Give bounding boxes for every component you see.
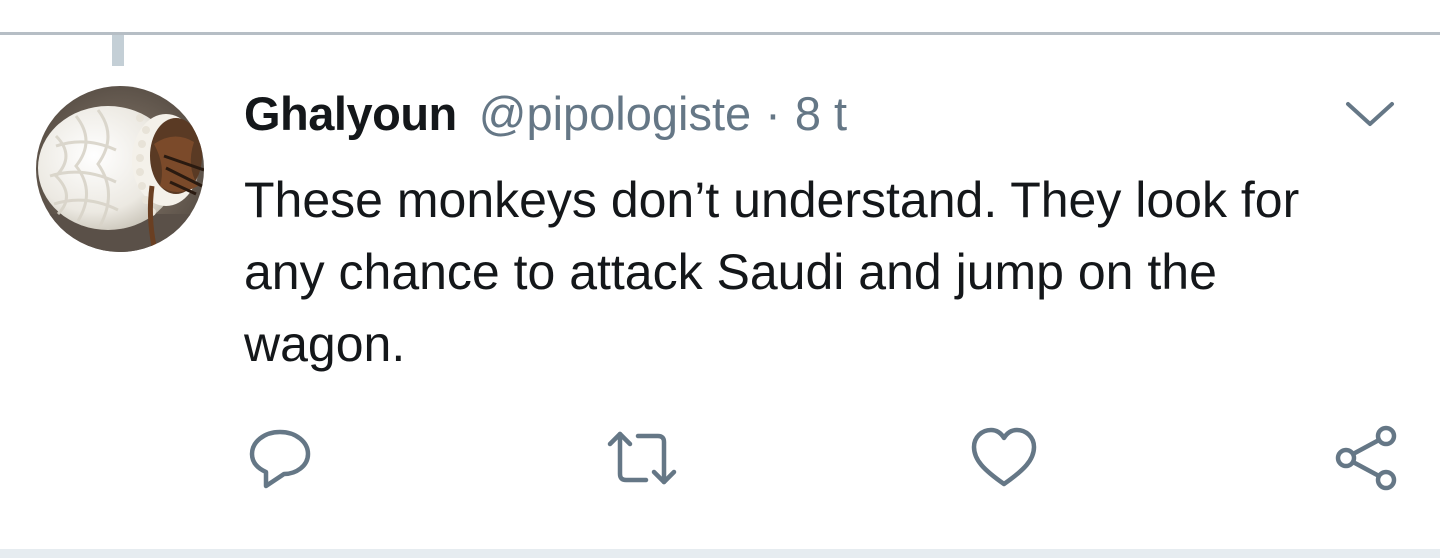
like-button[interactable] (968, 422, 1040, 494)
retweet-button[interactable] (606, 422, 678, 494)
top-divider (0, 32, 1440, 35)
bottom-divider (0, 549, 1440, 558)
separator-dot: · (765, 87, 781, 140)
tweet-menu-button[interactable] (1342, 96, 1398, 132)
retweet-icon (607, 431, 677, 485)
reply-button[interactable] (244, 422, 316, 494)
reply-icon (249, 429, 311, 489)
share-icon (1335, 425, 1397, 491)
tweet-timestamp[interactable]: 8 t (795, 86, 847, 141)
share-button[interactable] (1330, 422, 1402, 494)
chevron-down-icon (1346, 102, 1394, 126)
user-handle[interactable]: @pipologiste (479, 86, 751, 141)
tweet-header: Ghalyoun @pipologiste · 8 t (244, 86, 847, 148)
avatar-image (36, 86, 204, 252)
thread-connector-line (112, 35, 124, 66)
avatar[interactable] (36, 86, 204, 252)
tweet-screen: Ghalyoun @pipologiste · 8 t These monkey… (0, 0, 1440, 558)
heart-icon (971, 427, 1037, 487)
tweet-text: These monkeys don’t understand. They loo… (244, 172, 1300, 372)
display-name[interactable]: Ghalyoun (244, 86, 457, 141)
